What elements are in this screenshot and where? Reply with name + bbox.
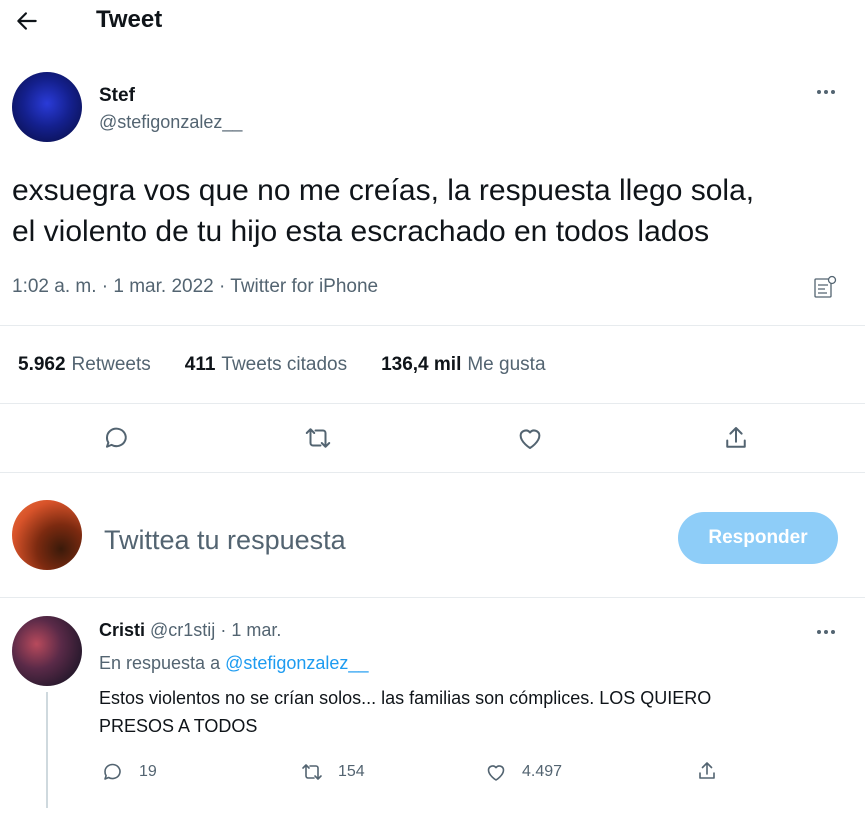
likes-count: 136,4 mil [381,354,462,375]
more-options-icon[interactable] [814,626,838,638]
reply-author-handle[interactable]: @cr1stij [150,620,215,640]
analytics-icon[interactable] [812,274,838,300]
retweet-count: 154 [338,763,365,780]
reply-date[interactable]: · 1 mar. [220,620,281,640]
quotes-count: 411 [184,354,216,375]
divider [0,325,865,326]
page-title: Tweet [96,6,163,33]
retweets-label: Retweets [71,354,151,375]
like-icon[interactable] [515,423,545,453]
reply-retweet-action[interactable]: 154 [300,760,365,784]
reply-text: Estos violentos no se crían solos... las… [99,684,819,740]
reply-like-action[interactable]: 4.497 [484,760,562,784]
reply-button[interactable]: Responder [678,512,838,564]
reply-text-line: PRESOS A TODOS [99,716,258,736]
more-options-icon[interactable] [814,86,838,98]
share-icon [695,759,719,783]
reply-icon [101,760,125,784]
author-avatar[interactable] [12,72,82,142]
tweet-text-line: exsuegra vos que no me creías, la respue… [12,174,755,207]
reply-share-action[interactable] [695,759,719,783]
retweet-icon [300,760,324,784]
reply-author-avatar[interactable] [12,616,82,686]
reply-icon[interactable] [102,423,132,453]
retweets-stat[interactable]: 5.962 Retweets [18,354,151,376]
retweets-count: 5.962 [18,354,66,375]
reply-author-name[interactable]: Cristi [99,620,145,640]
tweet-timestamp[interactable]: 1:02 a. m. · 1 mar. 2022 · Twitter for i… [12,276,378,298]
thread-line [46,692,48,808]
reply-reply-action[interactable]: 19 [101,760,157,784]
tweet-text-line: el violento de tu hijo esta escrachado e… [12,215,710,248]
back-arrow-icon[interactable] [14,8,40,34]
user-avatar[interactable] [12,500,82,570]
likes-label: Me gusta [467,354,546,375]
tweet-stats: 5.962 Retweets 411 Tweets citados 136,4 mi… [18,354,580,376]
in-reply-to-prefix: En respuesta a [99,653,221,673]
quotes-label: Tweets citados [221,354,348,375]
divider [0,597,865,598]
reply-header: Cristi @cr1stij · 1 mar. [99,620,281,641]
share-icon[interactable] [721,423,751,453]
quotes-stat[interactable]: 411 Tweets citados [185,354,347,376]
in-reply-to: En respuesta a @stefigonzalez__ [99,653,368,674]
reply-input[interactable] [104,520,664,560]
tweet-text: exsuegra vos que no me creías, la respue… [12,170,852,252]
divider [0,472,865,473]
likes-stat[interactable]: 136,4 mil Me gusta [381,354,545,376]
divider [0,403,865,404]
reply-count: 19 [139,763,157,780]
author-name[interactable]: Stef [99,85,135,107]
like-icon [484,760,508,784]
author-handle[interactable]: @stefigonzalez__ [99,112,242,133]
like-count: 4.497 [522,763,563,780]
reply-text-line: Estos violentos no se crían solos... las… [99,688,712,708]
retweet-icon[interactable] [303,423,333,453]
in-reply-to-handle[interactable]: @stefigonzalez__ [225,653,368,673]
